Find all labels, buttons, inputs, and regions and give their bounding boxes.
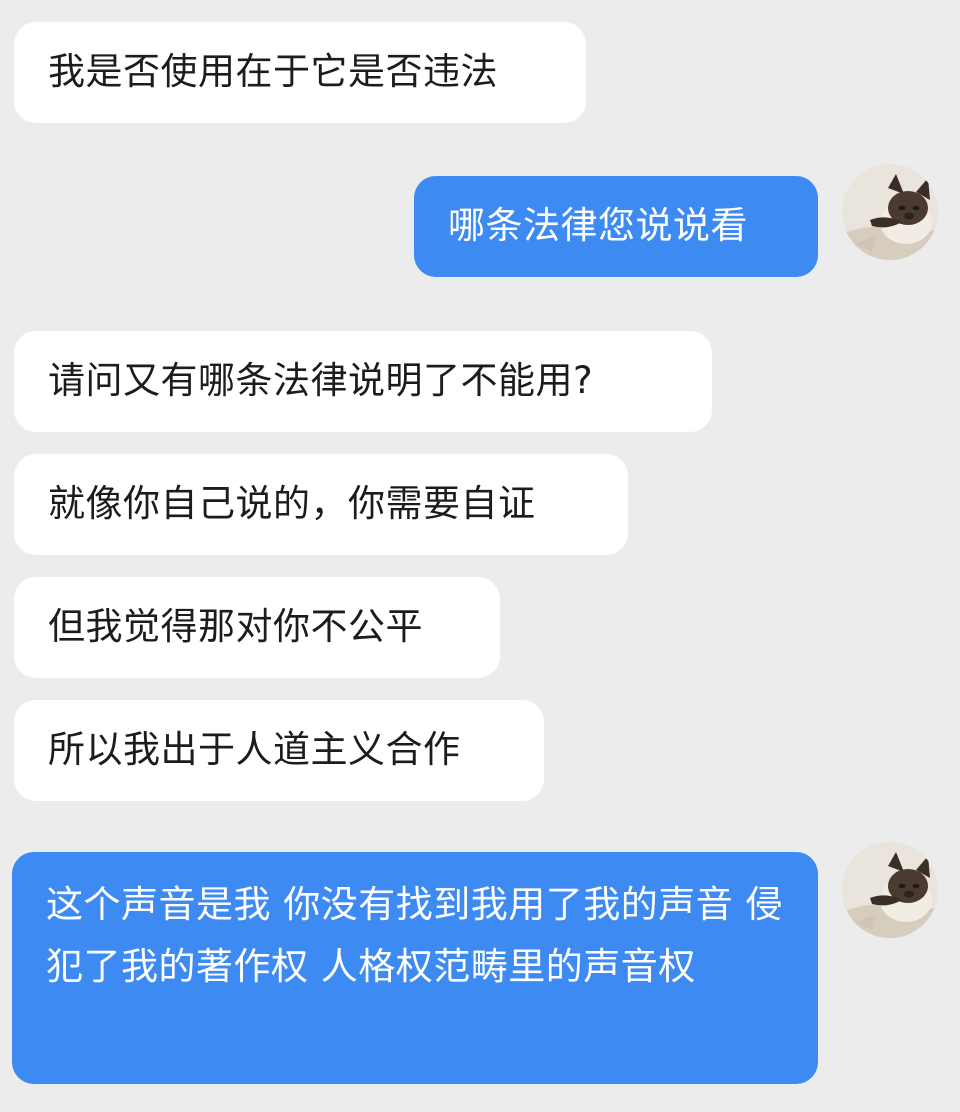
user-avatar[interactable] <box>842 164 938 260</box>
siamese-cat-avatar-icon <box>842 842 938 938</box>
outgoing-message[interactable]: 哪条法律您说说看 <box>414 176 818 277</box>
incoming-message[interactable]: 请问又有哪条法律说明了不能用? <box>14 331 712 432</box>
incoming-message[interactable]: 所以我出于人道主义合作 <box>14 700 544 801</box>
outgoing-message[interactable]: 这个声音是我 你没有找到我用了我的声音 侵犯了我的著作权 人格权范畴里的声音权 <box>12 852 818 1084</box>
incoming-message[interactable]: 但我觉得那对你不公平 <box>14 577 500 678</box>
incoming-message[interactable]: 我是否使用在于它是否违法 <box>14 22 586 123</box>
incoming-message[interactable]: 就像你自己说的，你需要自证 <box>14 454 628 555</box>
siamese-cat-avatar-icon <box>842 164 938 260</box>
chat-thread: 我是否使用在于它是否违法 哪条法律您说说看 请问又有哪条法律说明了不能用? 就像… <box>0 0 960 1112</box>
user-avatar[interactable] <box>842 842 938 938</box>
